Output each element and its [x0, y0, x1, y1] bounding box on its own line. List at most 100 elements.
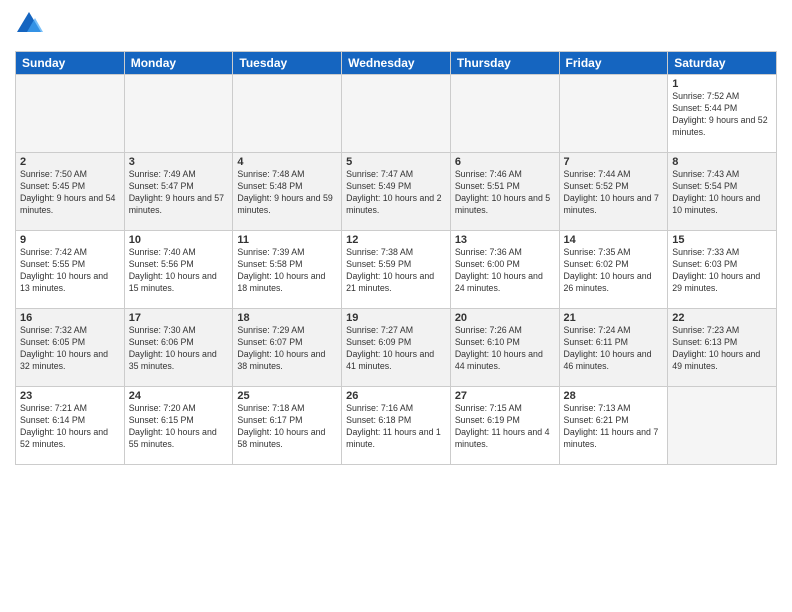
day-cell: [559, 75, 668, 153]
day-number: 9: [20, 234, 120, 246]
day-number: 20: [455, 312, 555, 324]
day-cell: 21Sunrise: 7:24 AM Sunset: 6:11 PM Dayli…: [559, 309, 668, 387]
day-cell: 6Sunrise: 7:46 AM Sunset: 5:51 PM Daylig…: [450, 153, 559, 231]
day-cell: 23Sunrise: 7:21 AM Sunset: 6:14 PM Dayli…: [16, 387, 125, 465]
day-info: Sunrise: 7:21 AM Sunset: 6:14 PM Dayligh…: [20, 403, 120, 451]
day-number: 10: [129, 234, 229, 246]
day-cell: 16Sunrise: 7:32 AM Sunset: 6:05 PM Dayli…: [16, 309, 125, 387]
day-number: 24: [129, 390, 229, 402]
day-cell: 11Sunrise: 7:39 AM Sunset: 5:58 PM Dayli…: [233, 231, 342, 309]
day-info: Sunrise: 7:47 AM Sunset: 5:49 PM Dayligh…: [346, 169, 446, 217]
day-cell: 13Sunrise: 7:36 AM Sunset: 6:00 PM Dayli…: [450, 231, 559, 309]
day-cell: 27Sunrise: 7:15 AM Sunset: 6:19 PM Dayli…: [450, 387, 559, 465]
day-header-wednesday: Wednesday: [342, 52, 451, 75]
day-cell: 9Sunrise: 7:42 AM Sunset: 5:55 PM Daylig…: [16, 231, 125, 309]
day-info: Sunrise: 7:40 AM Sunset: 5:56 PM Dayligh…: [129, 247, 229, 295]
day-number: 16: [20, 312, 120, 324]
day-info: Sunrise: 7:48 AM Sunset: 5:48 PM Dayligh…: [237, 169, 337, 217]
week-row-3: 9Sunrise: 7:42 AM Sunset: 5:55 PM Daylig…: [16, 231, 777, 309]
day-info: Sunrise: 7:50 AM Sunset: 5:45 PM Dayligh…: [20, 169, 120, 217]
day-info: Sunrise: 7:23 AM Sunset: 6:13 PM Dayligh…: [672, 325, 772, 373]
day-cell: 28Sunrise: 7:13 AM Sunset: 6:21 PM Dayli…: [559, 387, 668, 465]
day-number: 27: [455, 390, 555, 402]
day-info: Sunrise: 7:27 AM Sunset: 6:09 PM Dayligh…: [346, 325, 446, 373]
day-info: Sunrise: 7:33 AM Sunset: 6:03 PM Dayligh…: [672, 247, 772, 295]
calendar-table: SundayMondayTuesdayWednesdayThursdayFrid…: [15, 51, 777, 465]
day-header-thursday: Thursday: [450, 52, 559, 75]
day-number: 1: [672, 78, 772, 90]
day-cell: [668, 387, 777, 465]
day-cell: 26Sunrise: 7:16 AM Sunset: 6:18 PM Dayli…: [342, 387, 451, 465]
day-info: Sunrise: 7:13 AM Sunset: 6:21 PM Dayligh…: [564, 403, 664, 451]
logo: [15, 10, 47, 43]
day-info: Sunrise: 7:15 AM Sunset: 6:19 PM Dayligh…: [455, 403, 555, 451]
day-header-monday: Monday: [124, 52, 233, 75]
day-info: Sunrise: 7:39 AM Sunset: 5:58 PM Dayligh…: [237, 247, 337, 295]
day-cell: 20Sunrise: 7:26 AM Sunset: 6:10 PM Dayli…: [450, 309, 559, 387]
day-cell: 5Sunrise: 7:47 AM Sunset: 5:49 PM Daylig…: [342, 153, 451, 231]
day-number: 7: [564, 156, 664, 168]
day-number: 17: [129, 312, 229, 324]
day-cell: 3Sunrise: 7:49 AM Sunset: 5:47 PM Daylig…: [124, 153, 233, 231]
week-row-1: 1Sunrise: 7:52 AM Sunset: 5:44 PM Daylig…: [16, 75, 777, 153]
day-info: Sunrise: 7:42 AM Sunset: 5:55 PM Dayligh…: [20, 247, 120, 295]
day-info: Sunrise: 7:16 AM Sunset: 6:18 PM Dayligh…: [346, 403, 446, 451]
day-info: Sunrise: 7:24 AM Sunset: 6:11 PM Dayligh…: [564, 325, 664, 373]
day-cell: 19Sunrise: 7:27 AM Sunset: 6:09 PM Dayli…: [342, 309, 451, 387]
calendar-header-row: SundayMondayTuesdayWednesdayThursdayFrid…: [16, 52, 777, 75]
day-cell: 22Sunrise: 7:23 AM Sunset: 6:13 PM Dayli…: [668, 309, 777, 387]
week-row-2: 2Sunrise: 7:50 AM Sunset: 5:45 PM Daylig…: [16, 153, 777, 231]
day-info: Sunrise: 7:30 AM Sunset: 6:06 PM Dayligh…: [129, 325, 229, 373]
day-number: 15: [672, 234, 772, 246]
day-number: 3: [129, 156, 229, 168]
week-row-5: 23Sunrise: 7:21 AM Sunset: 6:14 PM Dayli…: [16, 387, 777, 465]
day-number: 14: [564, 234, 664, 246]
day-info: Sunrise: 7:49 AM Sunset: 5:47 PM Dayligh…: [129, 169, 229, 217]
day-number: 19: [346, 312, 446, 324]
day-info: Sunrise: 7:35 AM Sunset: 6:02 PM Dayligh…: [564, 247, 664, 295]
day-info: Sunrise: 7:46 AM Sunset: 5:51 PM Dayligh…: [455, 169, 555, 217]
day-cell: 4Sunrise: 7:48 AM Sunset: 5:48 PM Daylig…: [233, 153, 342, 231]
day-number: 2: [20, 156, 120, 168]
day-number: 26: [346, 390, 446, 402]
day-number: 5: [346, 156, 446, 168]
day-number: 12: [346, 234, 446, 246]
day-cell: [450, 75, 559, 153]
day-cell: 18Sunrise: 7:29 AM Sunset: 6:07 PM Dayli…: [233, 309, 342, 387]
day-cell: 25Sunrise: 7:18 AM Sunset: 6:17 PM Dayli…: [233, 387, 342, 465]
day-number: 6: [455, 156, 555, 168]
day-number: 18: [237, 312, 337, 324]
day-cell: [124, 75, 233, 153]
day-number: 22: [672, 312, 772, 324]
day-number: 11: [237, 234, 337, 246]
day-cell: 8Sunrise: 7:43 AM Sunset: 5:54 PM Daylig…: [668, 153, 777, 231]
day-cell: 17Sunrise: 7:30 AM Sunset: 6:06 PM Dayli…: [124, 309, 233, 387]
day-header-tuesday: Tuesday: [233, 52, 342, 75]
day-header-friday: Friday: [559, 52, 668, 75]
day-cell: 7Sunrise: 7:44 AM Sunset: 5:52 PM Daylig…: [559, 153, 668, 231]
day-info: Sunrise: 7:20 AM Sunset: 6:15 PM Dayligh…: [129, 403, 229, 451]
week-row-4: 16Sunrise: 7:32 AM Sunset: 6:05 PM Dayli…: [16, 309, 777, 387]
day-cell: 14Sunrise: 7:35 AM Sunset: 6:02 PM Dayli…: [559, 231, 668, 309]
day-cell: 1Sunrise: 7:52 AM Sunset: 5:44 PM Daylig…: [668, 75, 777, 153]
day-number: 13: [455, 234, 555, 246]
day-info: Sunrise: 7:36 AM Sunset: 6:00 PM Dayligh…: [455, 247, 555, 295]
day-cell: [233, 75, 342, 153]
day-info: Sunrise: 7:52 AM Sunset: 5:44 PM Dayligh…: [672, 91, 772, 139]
day-info: Sunrise: 7:18 AM Sunset: 6:17 PM Dayligh…: [237, 403, 337, 451]
day-info: Sunrise: 7:43 AM Sunset: 5:54 PM Dayligh…: [672, 169, 772, 217]
day-header-sunday: Sunday: [16, 52, 125, 75]
day-info: Sunrise: 7:38 AM Sunset: 5:59 PM Dayligh…: [346, 247, 446, 295]
day-number: 25: [237, 390, 337, 402]
day-cell: 2Sunrise: 7:50 AM Sunset: 5:45 PM Daylig…: [16, 153, 125, 231]
day-cell: 24Sunrise: 7:20 AM Sunset: 6:15 PM Dayli…: [124, 387, 233, 465]
day-info: Sunrise: 7:29 AM Sunset: 6:07 PM Dayligh…: [237, 325, 337, 373]
day-cell: 10Sunrise: 7:40 AM Sunset: 5:56 PM Dayli…: [124, 231, 233, 309]
day-cell: [342, 75, 451, 153]
day-cell: 12Sunrise: 7:38 AM Sunset: 5:59 PM Dayli…: [342, 231, 451, 309]
page-header: [15, 10, 777, 43]
day-number: 28: [564, 390, 664, 402]
day-info: Sunrise: 7:26 AM Sunset: 6:10 PM Dayligh…: [455, 325, 555, 373]
logo-icon: [15, 10, 43, 38]
day-cell: 15Sunrise: 7:33 AM Sunset: 6:03 PM Dayli…: [668, 231, 777, 309]
